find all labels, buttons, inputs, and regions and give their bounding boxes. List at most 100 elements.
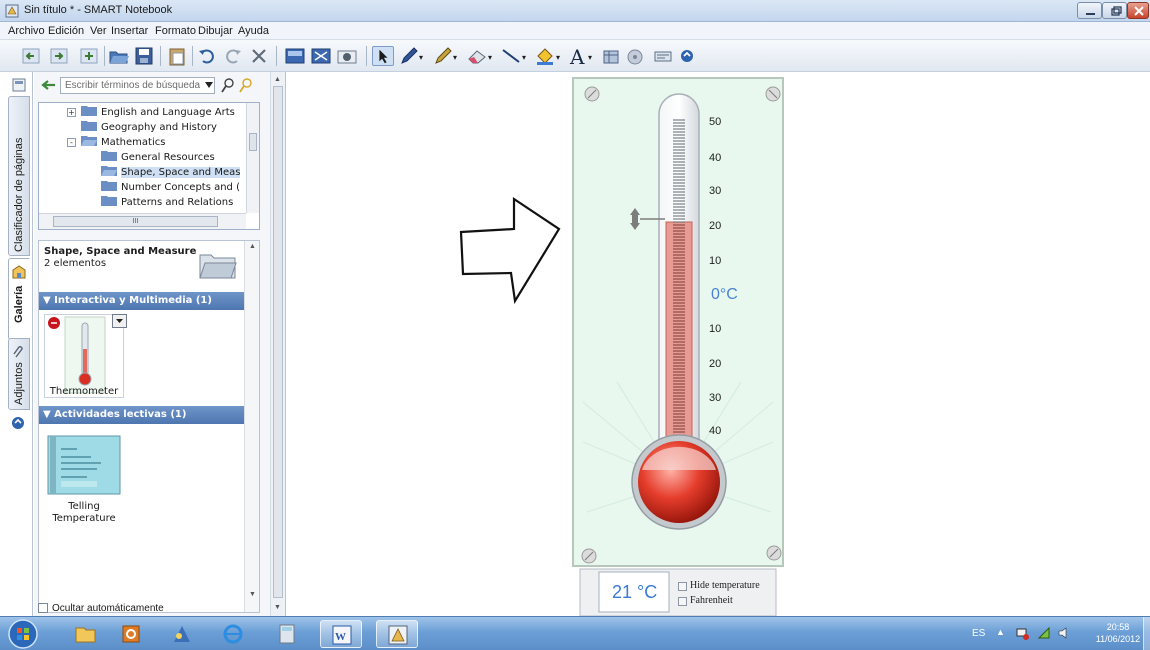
close-button[interactable] <box>1127 2 1149 19</box>
tab-gallery[interactable]: Galería <box>8 258 30 340</box>
chevron-down-icon <box>116 319 123 323</box>
redo-icon[interactable] <box>222 46 244 66</box>
scrollbar-thumb[interactable] <box>273 86 283 598</box>
line-icon[interactable] <box>500 46 522 66</box>
taskbar-internet-explorer[interactable] <box>212 620 254 648</box>
hide-temperature-checkbox[interactable] <box>678 582 687 591</box>
tree-horizontal-scrollbar[interactable]: III <box>39 213 246 229</box>
save-icon[interactable] <box>133 46 155 66</box>
move-sidebar-icon[interactable] <box>11 416 25 430</box>
toolbar: ▾ ▾ ▾ ▾ ▾ A ▾ <box>0 40 1150 72</box>
tree-item-english[interactable]: + English and Language Arts <box>67 105 235 120</box>
notebook-page-canvas[interactable]: 50 40 30 20 10 0°C 10 20 30 40 21 °C Hid… <box>287 72 1150 616</box>
start-icon[interactable] <box>7 618 39 650</box>
tree-vertical-scrollbar[interactable] <box>246 103 259 213</box>
maximize-button[interactable] <box>1102 2 1127 19</box>
tab-attachments[interactable]: Adjuntos <box>8 338 30 410</box>
telling-temperature-gallery-item[interactable] <box>47 435 121 497</box>
next-page-icon[interactable] <box>48 46 70 66</box>
tree-item-patterns[interactable]: Patterns and Relations <box>101 195 233 210</box>
menu-bar: Archivo Edición Ver Insertar Formato Dib… <box>0 22 1150 40</box>
back-arrow-icon[interactable] <box>40 79 56 91</box>
taskbar-word[interactable]: W <box>320 620 362 648</box>
menu-insertar[interactable]: Insertar <box>111 25 148 37</box>
undo-icon[interactable] <box>196 46 218 66</box>
scale-label-zero: 0°C <box>711 286 738 303</box>
search-options-icon[interactable] <box>239 77 253 93</box>
tray-clock[interactable]: 20:58 11/06/2012 <box>1092 621 1144 645</box>
tray-language[interactable]: ES <box>972 628 985 639</box>
capture-icon[interactable] <box>336 46 358 66</box>
taskbar-smart-notebook[interactable] <box>376 620 418 648</box>
search-icon[interactable] <box>221 77 235 93</box>
gallery-search-input[interactable]: Escribir términos de búsqueda <box>60 77 215 94</box>
move-toolbar-icon[interactable] <box>676 46 698 66</box>
properties-icon[interactable] <box>652 46 674 66</box>
menu-dibujar[interactable]: Dibujar <box>198 25 233 37</box>
fahrenheit-checkbox[interactable] <box>678 597 687 606</box>
full-screen-icon[interactable] <box>310 46 332 66</box>
scale-label-40: 40 <box>709 152 722 164</box>
taskbar-outlook[interactable] <box>110 620 152 648</box>
fill-icon[interactable] <box>534 46 556 66</box>
gallery-vertical-scrollbar[interactable]: ▲ ▼ <box>270 72 285 616</box>
tree-item-number-concepts[interactable]: Number Concepts and ( <box>101 180 240 195</box>
auto-hide-label: Ocultar automáticamente <box>52 603 164 614</box>
measurement-tools-icon[interactable] <box>624 46 646 66</box>
delete-icon[interactable] <box>248 46 270 66</box>
scrollbar-thumb[interactable]: III <box>53 216 218 227</box>
select-icon[interactable] <box>372 46 394 66</box>
expand-icon[interactable]: + <box>67 108 76 117</box>
menu-ayuda[interactable]: Ayuda <box>238 25 269 37</box>
scrollbar-thumb[interactable] <box>249 133 257 151</box>
thermometer-widget[interactable] <box>572 77 784 567</box>
table-icon[interactable] <box>600 46 622 66</box>
tab-page-sorter[interactable]: Clasificador de páginas <box>8 96 30 256</box>
volume-icon[interactable] <box>1057 626 1071 640</box>
scroll-down-icon[interactable]: ▼ <box>249 591 256 598</box>
chevron-down-icon[interactable] <box>205 81 213 89</box>
menu-ver[interactable]: Ver <box>90 25 107 37</box>
scroll-up-icon[interactable]: ▲ <box>274 76 281 83</box>
section-interactive-multimedia[interactable]: ▼ Interactiva y Multimedia (1) <box>39 292 259 310</box>
scroll-up-icon[interactable]: ▲ <box>249 243 256 250</box>
tree-item-shape-space[interactable]: Shape, Space and Meas <box>101 165 241 180</box>
auto-hide-checkbox[interactable] <box>38 603 48 613</box>
arrow-shape[interactable] <box>459 196 561 305</box>
paste-icon[interactable] <box>166 46 188 66</box>
menu-archivo[interactable]: Archivo <box>8 25 45 37</box>
menu-edicion[interactable]: Edición <box>48 25 84 37</box>
tree-item-geography[interactable]: Geography and History <box>81 120 217 135</box>
scale-label-20: 20 <box>709 220 722 232</box>
creative-pen-icon[interactable] <box>432 46 454 66</box>
taskbar-media[interactable] <box>160 620 202 648</box>
smart-notebook-window: Sin título * - SMART Notebook Archivo Ed… <box>0 0 1150 650</box>
network-icon[interactable] <box>1015 626 1029 640</box>
add-page-icon[interactable] <box>78 46 100 66</box>
previous-page-icon[interactable] <box>20 46 42 66</box>
collapse-icon[interactable]: - <box>67 138 76 147</box>
menu-formato[interactable]: Formato <box>155 25 196 37</box>
pen-icon[interactable] <box>398 46 420 66</box>
open-icon[interactable] <box>108 46 130 66</box>
item-menu-button[interactable] <box>112 314 127 328</box>
tree-item-mathematics[interactable]: - Mathematics <box>67 135 165 150</box>
taskbar-explorer[interactable] <box>64 620 106 648</box>
auto-hide-row: Ocultar automáticamente <box>38 602 260 616</box>
temperature-readout: 21 °C <box>612 582 658 602</box>
screen-shade-icon[interactable] <box>284 46 306 66</box>
show-desktop-button[interactable] <box>1143 617 1150 650</box>
text-icon[interactable]: A <box>570 45 584 69</box>
items-vertical-scrollbar[interactable]: ▲ ▼ <box>244 241 259 612</box>
power-icon[interactable] <box>1037 626 1051 640</box>
scroll-down-icon[interactable]: ▼ <box>274 604 281 611</box>
taskbar: W ES ▲ 20:58 11/06/2012 <box>0 616 1150 650</box>
tree-item-general-resources[interactable]: General Resources <box>101 150 215 165</box>
minimize-button[interactable] <box>1077 2 1102 19</box>
explorer-icon <box>75 627 96 643</box>
section-activities[interactable]: ▼ Actividades lectivas (1) <box>39 406 259 424</box>
clock-date: 11/06/2012 <box>1095 634 1141 644</box>
taskbar-calculator[interactable] <box>266 620 308 648</box>
eraser-icon[interactable] <box>466 46 488 66</box>
tray-expand-icon[interactable]: ▲ <box>996 627 1005 637</box>
